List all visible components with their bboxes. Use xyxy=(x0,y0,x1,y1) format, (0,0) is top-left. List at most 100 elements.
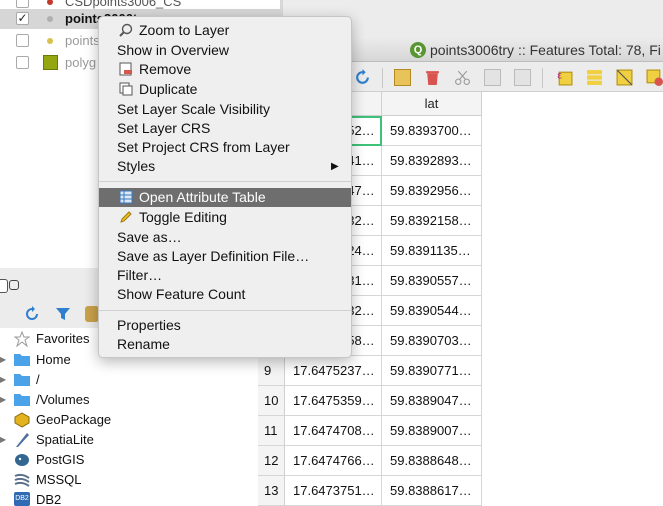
db2-icon: DB2 xyxy=(14,492,30,506)
layer-name[interactable]: CSDpoints3006_CS xyxy=(65,0,181,9)
menu-separator xyxy=(99,181,351,182)
menu-item-styles[interactable]: Styles ▶ xyxy=(99,157,351,176)
delete-icon[interactable] xyxy=(424,69,441,86)
menu-item-label: Toggle Editing xyxy=(139,209,227,225)
browser-item-spatialite[interactable]: ▶ SpatiaLite xyxy=(0,429,258,449)
cell-lat[interactable]: 59.8390771… xyxy=(382,356,482,386)
menu-item-label: Remove xyxy=(139,61,192,77)
table-row[interactable]: 11 17.6474708… 59.8389007… xyxy=(258,416,482,446)
browser-item-db2[interactable]: DB2 DB2 xyxy=(0,489,258,506)
table-row[interactable]: 12 17.6474766… 59.8388648… xyxy=(258,446,482,476)
deselect-icon[interactable] xyxy=(646,69,663,86)
menu-item-label: Filter… xyxy=(117,267,163,283)
cell-lat[interactable]: 59.8391135… xyxy=(382,236,482,266)
cell-lon[interactable]: 17.6473751… xyxy=(285,476,382,506)
layer-checkbox[interactable] xyxy=(16,0,29,8)
column-header-lat[interactable]: lat xyxy=(382,92,482,116)
row-number[interactable]: 10 xyxy=(258,386,285,416)
menu-item-save-as-layer-definition[interactable]: Save as Layer Definition File… xyxy=(99,247,351,266)
copy-icon[interactable] xyxy=(484,69,501,86)
menu-item-set-layer-scale-visibility[interactable]: Set Layer Scale Visibility xyxy=(99,100,351,119)
svg-text:ε: ε xyxy=(557,71,562,82)
layer-checkbox[interactable] xyxy=(16,56,29,69)
add-feature-icon[interactable] xyxy=(394,69,411,86)
cut-icon[interactable] xyxy=(454,69,471,86)
reload-icon[interactable] xyxy=(354,69,371,86)
star-icon xyxy=(13,330,31,348)
cell-lon[interactable]: 17.6475359… xyxy=(285,386,382,416)
float-panel-icon[interactable] xyxy=(9,280,19,290)
folder-icon xyxy=(14,392,30,406)
cell-lat[interactable]: 59.8390544… xyxy=(382,296,482,326)
menu-item-label: Styles xyxy=(117,158,156,174)
expand-arrow-icon[interactable]: ▶ xyxy=(0,355,8,364)
menu-item-open-attribute-table[interactable]: Open Attribute Table xyxy=(99,188,351,207)
paste-icon[interactable] xyxy=(514,69,531,86)
add-layer-icon[interactable] xyxy=(0,279,8,293)
layer-point-symbol-icon xyxy=(47,16,53,22)
browser-item-label: Favorites xyxy=(36,330,90,346)
cell-lat[interactable]: 59.8389007… xyxy=(382,416,482,446)
cell-lon[interactable]: 17.6474766… xyxy=(285,446,382,476)
menu-item-set-project-crs[interactable]: Set Project CRS from Layer xyxy=(99,138,351,157)
browser-item-label: /Volumes xyxy=(36,391,90,407)
menu-item-label: Save as… xyxy=(117,229,182,245)
mssql-icon xyxy=(14,472,30,487)
refresh-icon[interactable] xyxy=(24,306,40,322)
table-row[interactable]: 9 17.6475237… 59.8390771… xyxy=(258,356,482,386)
menu-item-label: Zoom to Layer xyxy=(139,22,230,38)
browser-item-label: DB2 xyxy=(36,491,62,506)
menu-item-properties[interactable]: Properties xyxy=(99,316,351,335)
menu-item-filter[interactable]: Filter… xyxy=(99,266,351,285)
cell-lon[interactable]: 17.6474708… xyxy=(285,416,382,446)
layer-checkbox-checked[interactable]: ✓ xyxy=(16,12,29,25)
expand-arrow-icon[interactable]: ▶ xyxy=(0,395,8,404)
expand-arrow-icon[interactable]: ▶ xyxy=(0,375,8,384)
layer-context-menu: Zoom to Layer Show in Overview Remove Du… xyxy=(98,16,352,358)
table-row[interactable]: 13 17.6473751… 59.8388617… xyxy=(258,476,482,506)
pencil-icon xyxy=(119,210,133,224)
browser-item-mssql[interactable]: MSSQL xyxy=(0,469,258,489)
cell-lat[interactable]: 59.8390557… xyxy=(382,266,482,296)
layer-checkbox[interactable] xyxy=(16,34,29,47)
row-number[interactable]: 13 xyxy=(258,476,285,506)
menu-item-save-as[interactable]: Save as… xyxy=(99,228,351,247)
menu-item-show-feature-count[interactable]: Show Feature Count xyxy=(99,285,351,304)
cell-lat[interactable]: 59.8388648… xyxy=(382,446,482,476)
browser-item-geopackage[interactable]: GeoPackage xyxy=(0,409,258,429)
filter-icon[interactable] xyxy=(55,306,71,322)
layer-name[interactable]: polyg xyxy=(65,55,96,70)
cell-lat[interactable]: 59.8390703… xyxy=(382,326,482,356)
menu-item-label: Show Feature Count xyxy=(117,286,246,302)
cell-lat[interactable]: 59.8389047… xyxy=(382,386,482,416)
cell-lat[interactable]: 59.8392956… xyxy=(382,176,482,206)
row-number[interactable]: 9 xyxy=(258,356,285,386)
properties-icon[interactable] xyxy=(85,306,99,322)
select-all-icon[interactable] xyxy=(586,69,603,86)
browser-item-volumes[interactable]: ▶ /Volumes xyxy=(0,389,258,409)
layer-name[interactable]: points xyxy=(65,33,100,48)
row-number[interactable]: 12 xyxy=(258,446,285,476)
layer-point-symbol-icon xyxy=(47,0,53,5)
menu-item-show-in-overview[interactable]: Show in Overview xyxy=(99,41,351,60)
menu-item-rename[interactable]: Rename xyxy=(99,335,351,354)
menu-item-set-layer-crs[interactable]: Set Layer CRS xyxy=(99,119,351,138)
cell-lon[interactable]: 17.6475237… xyxy=(285,356,382,386)
cell-lat[interactable]: 59.8388617… xyxy=(382,476,482,506)
table-row[interactable]: 10 17.6475359… 59.8389047… xyxy=(258,386,482,416)
postgis-icon xyxy=(14,452,30,466)
layer-point-symbol-icon xyxy=(47,38,53,44)
cell-lat[interactable]: 59.8393700… xyxy=(382,116,482,146)
row-number[interactable]: 11 xyxy=(258,416,285,446)
expand-arrow-icon[interactable]: ▶ xyxy=(0,435,8,444)
cell-lat[interactable]: 59.8392893… xyxy=(382,146,482,176)
browser-item-postgis[interactable]: PostGIS xyxy=(0,449,258,469)
menu-item-toggle-editing[interactable]: Toggle Editing xyxy=(99,208,351,227)
invert-selection-icon[interactable] xyxy=(616,69,633,86)
browser-item-root[interactable]: ▶ / xyxy=(0,369,258,389)
menu-item-duplicate[interactable]: Duplicate xyxy=(99,80,351,99)
cell-lat[interactable]: 59.8392158… xyxy=(382,206,482,236)
menu-item-remove[interactable]: Remove xyxy=(99,60,351,79)
menu-item-zoom-to-layer[interactable]: Zoom to Layer xyxy=(99,21,351,40)
select-by-expression-icon[interactable]: ε xyxy=(556,69,573,86)
